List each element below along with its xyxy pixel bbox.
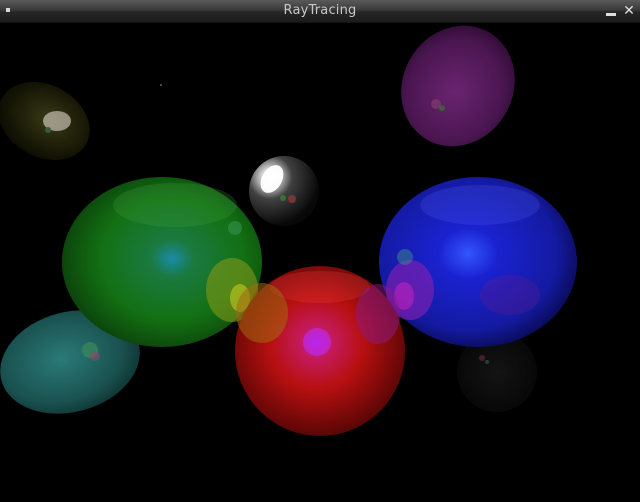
render-canvas bbox=[0, 25, 577, 436]
render-viewport bbox=[0, 23, 640, 502]
window-title: RayTracing bbox=[283, 3, 357, 18]
sphere-purple bbox=[401, 25, 515, 147]
sphere-white bbox=[249, 156, 319, 226]
close-button[interactable]: ✕ bbox=[622, 4, 636, 18]
minimize-icon bbox=[606, 13, 616, 16]
sphere-red bbox=[235, 266, 405, 436]
sphere-blue bbox=[379, 177, 577, 347]
minimize-button[interactable] bbox=[604, 4, 618, 18]
raytracing-window: RayTracing ✕ bbox=[0, 0, 640, 502]
sphere-green bbox=[62, 177, 262, 347]
close-icon: ✕ bbox=[623, 3, 635, 19]
sphere-dark-olive bbox=[0, 82, 90, 160]
title-bar[interactable]: RayTracing ✕ bbox=[0, 0, 640, 23]
star-speck bbox=[160, 84, 162, 86]
